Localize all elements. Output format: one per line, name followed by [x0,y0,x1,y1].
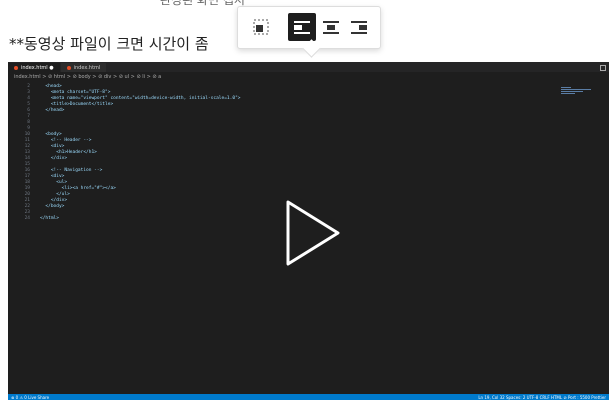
layout-icon [600,65,606,71]
editor-tab[interactable]: index.html ● [8,63,60,72]
intro-text: **동영상 파일이 크면 시간이 좀 [9,35,209,53]
status-bar: ⊗ 0 ⚠ 0 Live Share Ln 19, Col 32 Spaces:… [8,394,609,400]
html-file-icon [66,65,71,70]
code-text: </div> [40,156,68,161]
image-toolbar [237,6,381,49]
align-left-button[interactable] [288,13,316,41]
breadcrumb: index.html > ⊘ html > ⊘ body > ⊘ div > ⊘… [8,72,609,82]
top-caption: 완성된 화면 캡처 [160,0,245,7]
image-inline-button[interactable] [247,13,275,41]
image-inline-icon [253,19,269,35]
line-number: 24 [24,216,30,221]
editor-tabbar: index.html ● index.html [8,62,609,72]
editor-tab[interactable]: index.html [60,63,107,72]
align-right-icon [351,21,367,34]
align-left-icon [294,21,310,34]
play-icon[interactable] [283,198,343,268]
status-right: Ln 19, Col 32 Spaces: 2 UTF-8 CRLF HTML … [478,394,606,400]
code-text: </html> [40,216,59,221]
code-text: </body> [40,204,65,209]
align-right-button[interactable] [345,13,373,41]
status-left: ⊗ 0 ⚠ 0 Live Share [11,394,50,400]
code-text: </head> [40,108,65,113]
align-center-icon [323,21,339,34]
minimap [561,86,601,100]
video-player[interactable]: index.html ● index.html index.html > ⊘ h… [8,62,609,400]
align-center-button[interactable] [317,13,345,41]
html-file-icon [14,65,18,70]
